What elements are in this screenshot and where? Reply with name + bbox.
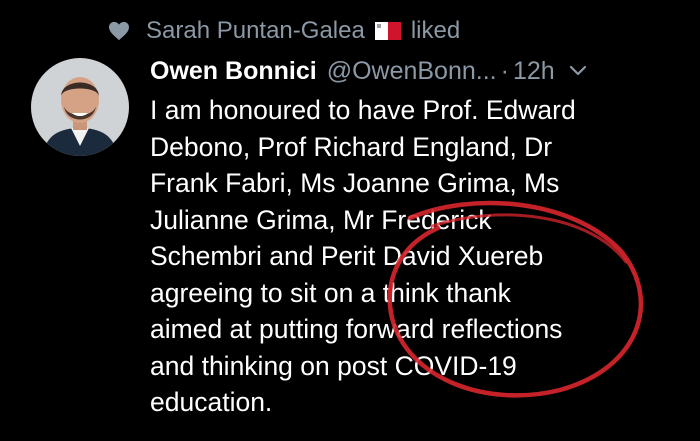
tweet-text-line: Schembri and Perit David Xuereb bbox=[150, 241, 544, 271]
tweet-text-line: Frank Fabri, Ms Joanne Grima, Ms bbox=[150, 168, 560, 198]
heart-icon bbox=[109, 21, 129, 41]
liked-activity-row: Sarah Puntan-Galea liked bbox=[108, 14, 460, 48]
tweet-text-line: Debono, Prof Richard England, Dr bbox=[150, 131, 553, 162]
malta-flag-icon bbox=[374, 22, 401, 40]
avatar-image bbox=[31, 58, 129, 156]
tweet-text: I am honoured to have Prof. Edward Debon… bbox=[150, 92, 680, 421]
header-separator: · bbox=[500, 56, 509, 85]
liked-action-label: liked bbox=[410, 17, 461, 44]
tweet-text-line: agreeing to sit on a think thank bbox=[150, 277, 511, 308]
author-name[interactable]: Owen Bonnici bbox=[150, 57, 317, 86]
liked-by-name[interactable]: Sarah Puntan-Galea bbox=[146, 17, 365, 45]
tweet-text-line: education. bbox=[150, 387, 273, 417]
tweet-text-line: aimed at putting forward reflections bbox=[150, 314, 563, 344]
tweet-timestamp[interactable]: 12h bbox=[513, 57, 555, 86]
tweet-header: Owen Bonnici @OwenBonn... · 12h bbox=[150, 50, 680, 92]
tweet-text-line: I am honoured to have Prof. Edward bbox=[150, 95, 576, 125]
avatar[interactable] bbox=[31, 58, 129, 156]
tweet-text-line: and thinking on post COVID-19 bbox=[150, 350, 517, 381]
tweet[interactable]: Owen Bonnici @OwenBonn... · 12h I am hon… bbox=[150, 50, 680, 421]
author-handle[interactable]: @OwenBonn... bbox=[327, 57, 497, 86]
tweet-text-line: Julianne Grima, Mr Frederick bbox=[150, 204, 492, 235]
chevron-down-icon[interactable] bbox=[569, 65, 587, 77]
